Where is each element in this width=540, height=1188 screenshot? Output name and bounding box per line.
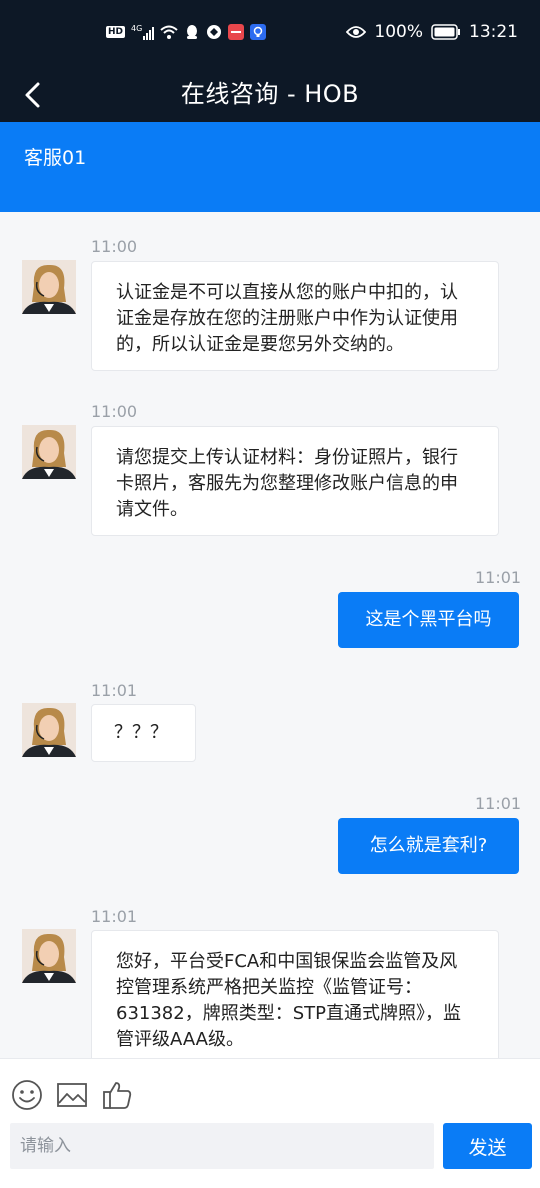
- message-bubble: 认证金是不可以直接从您的账户中扣的，认证金是存放在您的注册账户中作为认证使用的，…: [91, 261, 499, 371]
- bulb-app-icon: [250, 24, 267, 40]
- image-button[interactable]: [56, 1079, 88, 1111]
- battery-icon: [431, 24, 460, 40]
- avatar: [22, 260, 76, 314]
- emoji-button[interactable]: [11, 1079, 43, 1111]
- message-time: 11:00: [91, 237, 138, 256]
- agent-bar: 客服01: [0, 122, 540, 212]
- hd-badge: HD: [106, 26, 126, 38]
- image-icon: [57, 1083, 87, 1107]
- avatar: [22, 929, 76, 983]
- chat-area[interactable]: 11:00 认证金是不可以直接从您的账户中扣的，认证金是存放在您的注册账户中作为…: [0, 212, 540, 1058]
- message-time: 11:01: [475, 568, 522, 587]
- signal-label: 4G: [131, 24, 143, 33]
- message-time: 11:01: [91, 681, 138, 700]
- message-bubble: ？？？: [91, 704, 196, 762]
- battery-percent: 100%: [374, 22, 423, 42]
- message-input[interactable]: [10, 1123, 434, 1169]
- red-app-icon: [228, 24, 245, 40]
- message-time: 11:01: [91, 907, 138, 926]
- like-button[interactable]: [102, 1079, 134, 1111]
- agent-name: 客服01: [24, 147, 87, 169]
- eye-icon: [346, 26, 367, 38]
- clock: 13:21: [469, 22, 518, 42]
- message-time: 11:00: [91, 402, 138, 421]
- thumbs-up-icon: [103, 1082, 132, 1109]
- message-bubble: 您好，平台受FCA和中国银保监会监管及风控管理系统严格把关监控《监管证号：631…: [91, 930, 499, 1058]
- avatar: [22, 703, 76, 757]
- smiley-icon: [12, 1080, 42, 1110]
- app-icon: [207, 25, 222, 39]
- qq-icon: [187, 25, 198, 39]
- status-right: 100% 13:21: [346, 22, 518, 42]
- message-bubble: 怎么就是套利?: [338, 818, 519, 874]
- wifi-icon: [160, 25, 178, 39]
- message-bubble: 请您提交上传认证材料：身份证照片，银行卡照片，客服先为您整理修改账户信息的申请文…: [91, 426, 499, 536]
- message-time: 11:01: [475, 794, 522, 813]
- title-bar: 在线咨询 - HOB: [0, 68, 540, 122]
- page-title: 在线咨询 - HOB: [180, 80, 360, 108]
- avatar: [22, 425, 76, 479]
- status-icons: HD 4G: [106, 24, 267, 40]
- message-bubble: 这是个黑平台吗: [338, 592, 519, 648]
- send-button[interactable]: 发送: [443, 1123, 532, 1169]
- signal-icon: 4G: [131, 24, 155, 40]
- composer: 发送: [0, 1058, 540, 1188]
- status-bar: HD 4G 100% 13:21: [0, 0, 540, 68]
